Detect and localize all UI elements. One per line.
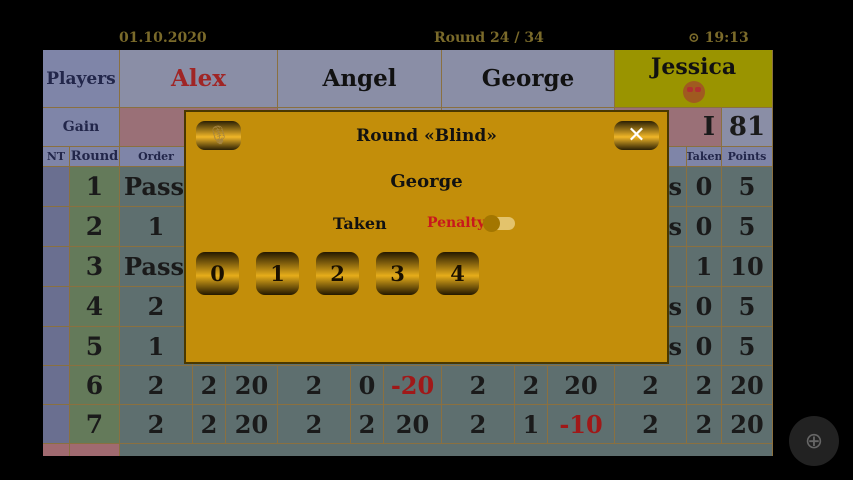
taken-cell[interactable]: 0 — [687, 167, 722, 207]
taken-option-3[interactable]: 3 — [376, 252, 419, 295]
points-cell: 10 — [722, 247, 773, 287]
taken-cell[interactable]: 0 — [687, 207, 722, 247]
plus-circle-icon: ⊕ — [804, 428, 824, 454]
order-cell[interactable]: 2 — [615, 366, 687, 405]
taken-cell[interactable]: 1 — [515, 405, 548, 444]
taken-option-1[interactable]: 1 — [256, 252, 299, 295]
taken-option-0[interactable]: 0 — [196, 252, 239, 295]
status-bar: 01.10.2020 Round 24 / 34 ⊙ 19:13 — [0, 0, 853, 50]
points-cell: 20 — [548, 366, 615, 405]
points-cell: 5 — [722, 287, 773, 327]
player-alex[interactable]: Alex — [120, 50, 278, 108]
taken-header: Taken — [687, 147, 722, 167]
partial-row — [120, 444, 773, 456]
round-header: Round — [70, 147, 120, 167]
dialog-player-name: George — [390, 171, 463, 192]
order-cell[interactable]: 2 — [442, 405, 515, 444]
nt-cell — [43, 207, 70, 247]
round-number: 7 — [70, 405, 120, 444]
points-cell: 5 — [722, 327, 773, 366]
dialog-title: Round «Blind» — [356, 126, 497, 146]
points-cell: 20 — [722, 366, 773, 405]
taken-label: Taken — [333, 214, 387, 233]
points-cell: 5 — [722, 207, 773, 247]
taken-cell[interactable]: 0 — [687, 287, 722, 327]
round-number: 5 — [70, 327, 120, 366]
taken-option-4[interactable]: 4 — [436, 252, 479, 295]
star-struck-emoji-icon — [682, 81, 705, 103]
nt-cell — [43, 287, 70, 327]
order-cell[interactable]: 2 — [120, 287, 193, 327]
penalty-toggle-knob — [483, 215, 500, 232]
points-cell: 20 — [722, 405, 773, 444]
taken-cell[interactable]: 2 — [687, 405, 722, 444]
clock-label: ⊙ 19:13 — [688, 30, 749, 46]
order-cell[interactable]: 2 — [615, 405, 687, 444]
blind-round-dialog: 🎙 Round «Blind» ✕ George Taken Penalty 0… — [184, 110, 669, 364]
order-cell[interactable]: 2 — [120, 366, 193, 405]
round-number: 4 — [70, 287, 120, 327]
nt-cell — [43, 405, 70, 444]
taken-cell[interactable]: 2 — [193, 366, 226, 405]
player-angel[interactable]: Angel — [278, 50, 442, 108]
taken-cell[interactable]: 2 — [351, 405, 384, 444]
close-icon: ✕ — [627, 123, 646, 148]
taken-cell[interactable]: 0 — [351, 366, 384, 405]
player-george[interactable]: George — [442, 50, 615, 108]
round-number: 1 — [70, 167, 120, 207]
nt-cell — [43, 444, 70, 456]
points-cell: -10 — [548, 405, 615, 444]
nt-cell — [43, 167, 70, 207]
round-counter: Round 24 / 34 — [434, 30, 544, 46]
taken-option-2[interactable]: 2 — [316, 252, 359, 295]
penalty-toggle[interactable] — [483, 215, 515, 232]
players-header: Players — [43, 50, 120, 108]
taken-cell[interactable]: 1 — [687, 247, 722, 287]
points-cell: 5 — [722, 167, 773, 207]
round-number-partial — [70, 444, 120, 456]
gain-header: Gain — [43, 108, 120, 147]
round-number: 3 — [70, 247, 120, 287]
order-cell[interactable]: 2 — [278, 366, 351, 405]
points-cell: 20 — [226, 405, 278, 444]
round-number: 6 — [70, 366, 120, 405]
order-cell[interactable]: 1 — [120, 327, 193, 366]
nt-header: NT — [43, 147, 70, 167]
order-cell[interactable]: 2 — [442, 366, 515, 405]
round-number: 2 — [70, 207, 120, 247]
player-jessica[interactable]: Jessica — [615, 50, 773, 108]
taken-cell[interactable]: 2 — [687, 366, 722, 405]
order-header: Order — [120, 147, 193, 167]
penalty-label: Penalty — [427, 215, 486, 231]
order-cell[interactable]: Pass — [120, 167, 193, 207]
order-cell[interactable]: 2 — [120, 405, 193, 444]
order-cell[interactable]: Pass — [120, 247, 193, 287]
taken-cell[interactable]: 2 — [193, 405, 226, 444]
close-button[interactable]: ✕ — [614, 121, 659, 150]
points-header: Points — [722, 147, 773, 167]
gain-jessica: 81 — [722, 108, 773, 147]
nt-cell — [43, 366, 70, 405]
nt-cell — [43, 247, 70, 287]
nt-cell — [43, 327, 70, 366]
add-button[interactable]: ⊕ — [789, 416, 839, 466]
points-cell: 20 — [384, 405, 442, 444]
taken-cell[interactable]: 0 — [687, 327, 722, 366]
order-cell[interactable]: 1 — [120, 207, 193, 247]
taken-cell[interactable]: 2 — [515, 366, 548, 405]
points-cell: -20 — [384, 366, 442, 405]
points-cell: 20 — [226, 366, 278, 405]
order-cell[interactable]: 2 — [278, 405, 351, 444]
player-jessica-name: Jessica — [650, 54, 737, 80]
date-label: 01.10.2020 — [119, 30, 207, 46]
